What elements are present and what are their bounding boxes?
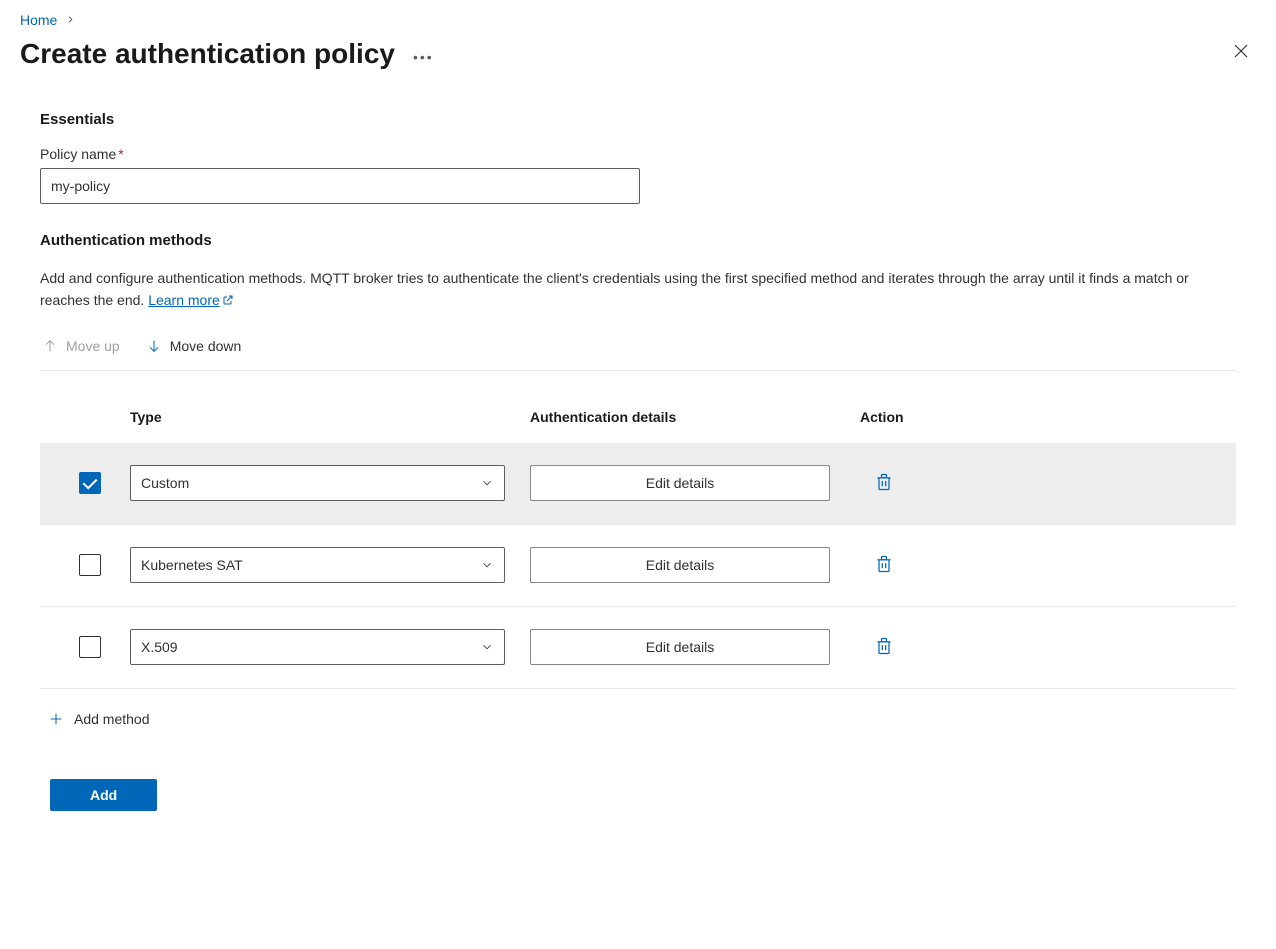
edit-details-button[interactable]: Edit details: [530, 465, 830, 501]
page-title: Create authentication policy: [20, 38, 395, 70]
breadcrumb: Home: [0, 0, 1276, 32]
chevron-right-icon: [65, 12, 76, 28]
col-details: Authentication details: [530, 409, 860, 425]
auth-methods-table: Type Authentication details Action Custo…: [40, 401, 1236, 689]
col-type: Type: [130, 409, 530, 425]
policy-name-label: Policy name*: [40, 146, 1236, 162]
table-header: Type Authentication details Action: [40, 401, 1236, 443]
type-select[interactable]: Kubernetes SAT: [130, 547, 505, 583]
table-row: X.509 Edit details: [40, 607, 1236, 689]
close-button[interactable]: [1226, 36, 1256, 71]
auth-methods-heading: Authentication methods: [40, 232, 1236, 249]
table-row: Custom Edit details: [40, 443, 1236, 525]
add-submit-button[interactable]: Add: [50, 779, 157, 811]
arrow-up-icon: [42, 338, 58, 354]
chevron-down-icon: [480, 558, 494, 572]
type-select[interactable]: Custom: [130, 465, 505, 501]
delete-button[interactable]: [870, 468, 898, 499]
trash-icon: [874, 472, 894, 492]
add-method-button[interactable]: Add method: [40, 707, 158, 731]
page-header: Create authentication policy •••: [0, 32, 1276, 71]
required-star-icon: *: [118, 146, 123, 162]
col-action: Action: [860, 409, 1090, 425]
arrow-down-icon: [146, 338, 162, 354]
trash-icon: [874, 554, 894, 574]
table-row: Kubernetes SAT Edit details: [40, 525, 1236, 607]
row-checkbox[interactable]: [79, 636, 101, 658]
delete-button[interactable]: [870, 550, 898, 581]
row-checkbox[interactable]: [79, 554, 101, 576]
edit-details-button[interactable]: Edit details: [530, 547, 830, 583]
reorder-toolbar: Move up Move down: [40, 334, 1236, 371]
move-down-button[interactable]: Move down: [144, 334, 244, 358]
delete-button[interactable]: [870, 632, 898, 663]
trash-icon: [874, 636, 894, 656]
row-checkbox[interactable]: [79, 472, 101, 494]
policy-name-input[interactable]: [40, 168, 640, 204]
edit-details-button[interactable]: Edit details: [530, 629, 830, 665]
auth-methods-description: Add and configure authentication methods…: [40, 267, 1230, 312]
chevron-down-icon: [480, 476, 494, 490]
footer: Add: [40, 779, 1236, 811]
move-up-button: Move up: [40, 334, 122, 358]
essentials-heading: Essentials: [40, 111, 1236, 128]
type-select[interactable]: X.509: [130, 629, 505, 665]
breadcrumb-home[interactable]: Home: [20, 12, 57, 28]
chevron-down-icon: [480, 640, 494, 654]
more-actions-icon[interactable]: •••: [413, 43, 434, 65]
plus-icon: [48, 711, 64, 727]
learn-more-link[interactable]: Learn more: [148, 292, 234, 308]
